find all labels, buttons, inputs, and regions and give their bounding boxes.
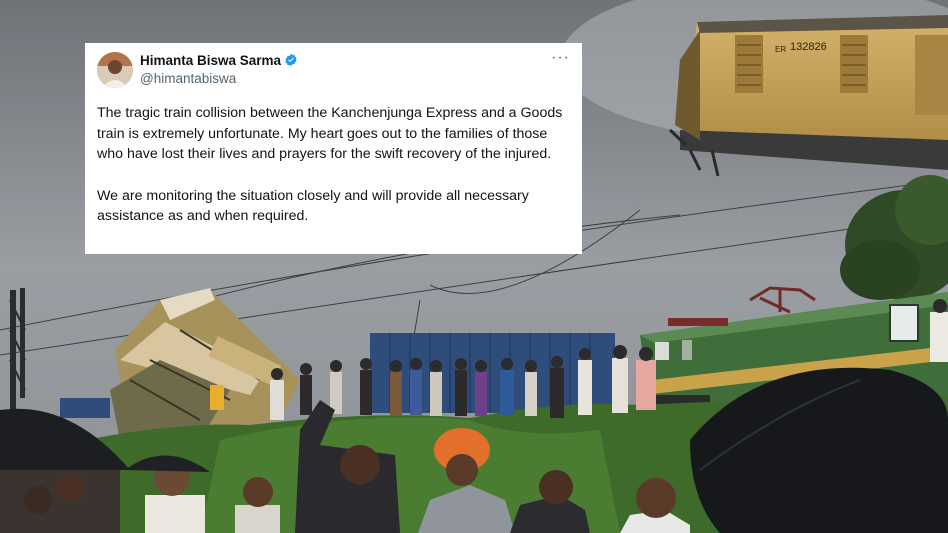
- tweet-paragraph-2: We are monitoring the situation closely …: [97, 187, 529, 225]
- author-name-text[interactable]: Himanta Biswa Sarma: [140, 53, 281, 68]
- author-name[interactable]: Himanta Biswa Sarma: [140, 53, 298, 68]
- author-handle[interactable]: @himantabiswa: [140, 71, 236, 86]
- coach-number: 132826: [790, 41, 827, 53]
- verified-badge-icon: [285, 53, 297, 67]
- elevated-coach: 132826 ER: [668, 15, 948, 177]
- more-options-icon[interactable]: ···: [551, 49, 570, 67]
- tweet-card: Himanta Biswa Sarma @himantabiswa ··· Th…: [85, 43, 582, 254]
- tweet-paragraph-1: The tragic train collision between the K…: [97, 105, 563, 162]
- tweet-text: The tragic train collision between the K…: [97, 103, 575, 227]
- avatar[interactable]: [97, 52, 133, 88]
- coach-code: ER: [775, 45, 786, 54]
